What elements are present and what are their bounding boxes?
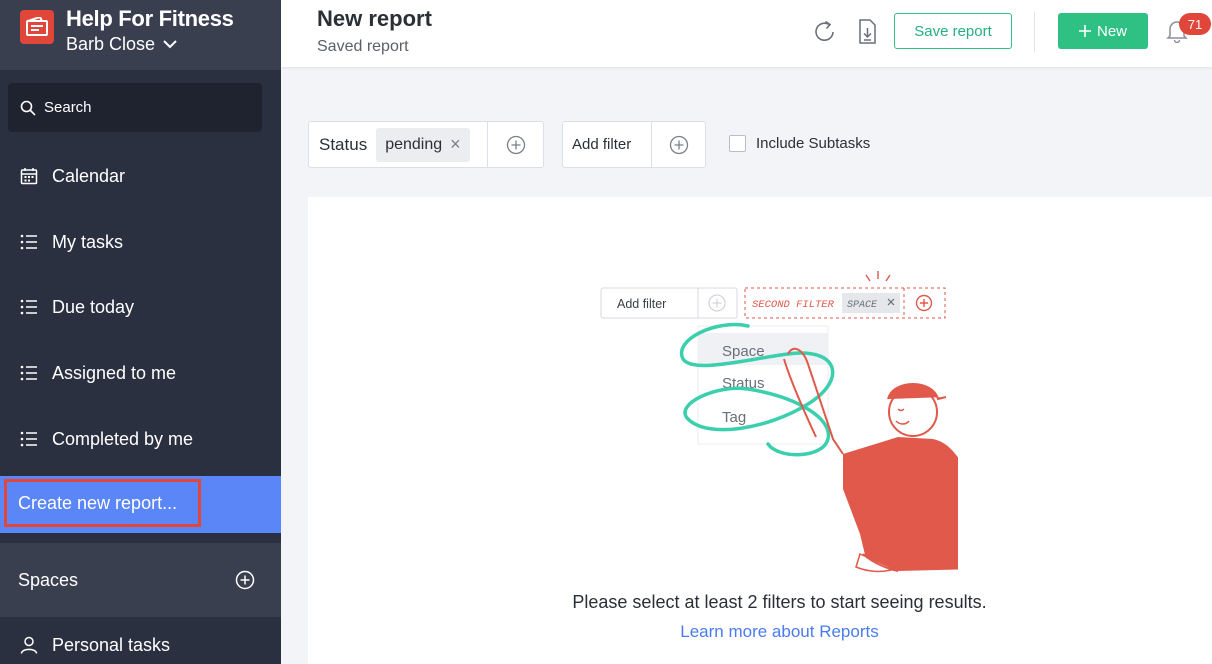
chevron-down-icon [163, 40, 177, 49]
list-icon [20, 431, 37, 447]
results-panel: Add filter SECOND FILTER SPACE Space Sta… [308, 197, 1212, 664]
sidebar-item-calendar[interactable]: Calendar [0, 151, 281, 201]
top-bar: New report Saved report Save report New … [281, 0, 1212, 67]
refresh-icon[interactable] [812, 18, 838, 46]
workspace-logo-icon [20, 10, 54, 44]
create-report-label: Create new report... [18, 493, 178, 513]
sidebar-item-due-today[interactable]: Due today [0, 282, 281, 332]
status-chip-value: pending [385, 135, 443, 153]
sidebar: Help For Fitness Barb Close Search Calen… [0, 0, 281, 664]
status-chip[interactable]: pending × [376, 127, 470, 162]
illus-option-tag: Tag [722, 409, 746, 426]
sidebar-item-label: My tasks [52, 231, 124, 252]
workspace-name: Help For Fitness [66, 6, 234, 31]
sidebar-item-completed-by-me[interactable]: Completed by me [0, 414, 281, 464]
illus-space-chip: SPACE [847, 300, 878, 311]
personal-tasks-label: Personal tasks [52, 634, 171, 655]
spaces-label: Spaces [18, 569, 79, 590]
list-icon [20, 365, 37, 381]
close-icon[interactable]: × [450, 134, 461, 155]
list-icon [20, 234, 37, 250]
list-icon [20, 299, 37, 315]
illus-add-filter: Add filter [617, 297, 666, 311]
sidebar-item-label: Due today [52, 296, 135, 317]
add-space-icon[interactable] [235, 570, 255, 590]
spaces-section: Spaces [0, 543, 281, 617]
add-filter-label[interactable]: Add filter [563, 136, 631, 153]
sidebar-item-label: Assigned to me [52, 362, 177, 383]
filter-illustration: Add filter SECOND FILTER SPACE Space Sta… [600, 271, 958, 573]
export-icon[interactable] [854, 18, 880, 46]
create-new-report-button[interactable]: Create new report... [0, 476, 281, 533]
new-button[interactable]: New [1058, 13, 1148, 49]
sidebar-item-label: Completed by me [52, 428, 194, 449]
empty-state-message: Please select at least 2 filters to star… [572, 592, 987, 612]
user-icon [20, 636, 38, 654]
add-filter-button[interactable] [651, 122, 705, 167]
search-box[interactable]: Search [8, 83, 262, 132]
status-filter: Status pending × [308, 121, 544, 168]
sidebar-item-my-tasks[interactable]: My tasks [0, 217, 281, 267]
sidebar-item-label: Calendar [52, 165, 126, 186]
add-filter-group: Add filter [562, 121, 706, 168]
learn-more-link[interactable]: Learn more about Reports [308, 622, 1212, 642]
page-subtitle: Saved report [317, 38, 409, 55]
user-switcher[interactable]: Barb Close [66, 34, 177, 55]
include-subtasks[interactable]: Include Subtasks [729, 135, 870, 152]
notification-badge: 71 [1179, 13, 1211, 35]
search-label: Search [44, 99, 92, 116]
sidebar-item-personal-tasks[interactable]: Personal tasks [0, 625, 281, 664]
add-status-value-button[interactable] [487, 122, 543, 167]
new-button-label: New [1096, 22, 1127, 40]
illus-second-filter: SECOND FILTER [752, 299, 835, 311]
add-circle-icon [669, 135, 688, 154]
status-filter-label[interactable]: Status [309, 135, 367, 155]
page-title[interactable]: New report [317, 6, 432, 32]
divider [1034, 12, 1035, 52]
workspace-header: Help For Fitness Barb Close [0, 0, 281, 70]
calendar-icon [20, 168, 38, 185]
add-circle-icon [506, 135, 525, 154]
include-subtasks-checkbox[interactable] [729, 135, 746, 152]
search-icon [20, 100, 36, 116]
save-report-button[interactable]: Save report [894, 13, 1012, 49]
plus-icon [1078, 25, 1091, 37]
user-name: Barb Close [66, 34, 156, 54]
sidebar-item-assigned-to-me[interactable]: Assigned to me [0, 348, 281, 398]
include-subtasks-label: Include Subtasks [756, 135, 871, 152]
